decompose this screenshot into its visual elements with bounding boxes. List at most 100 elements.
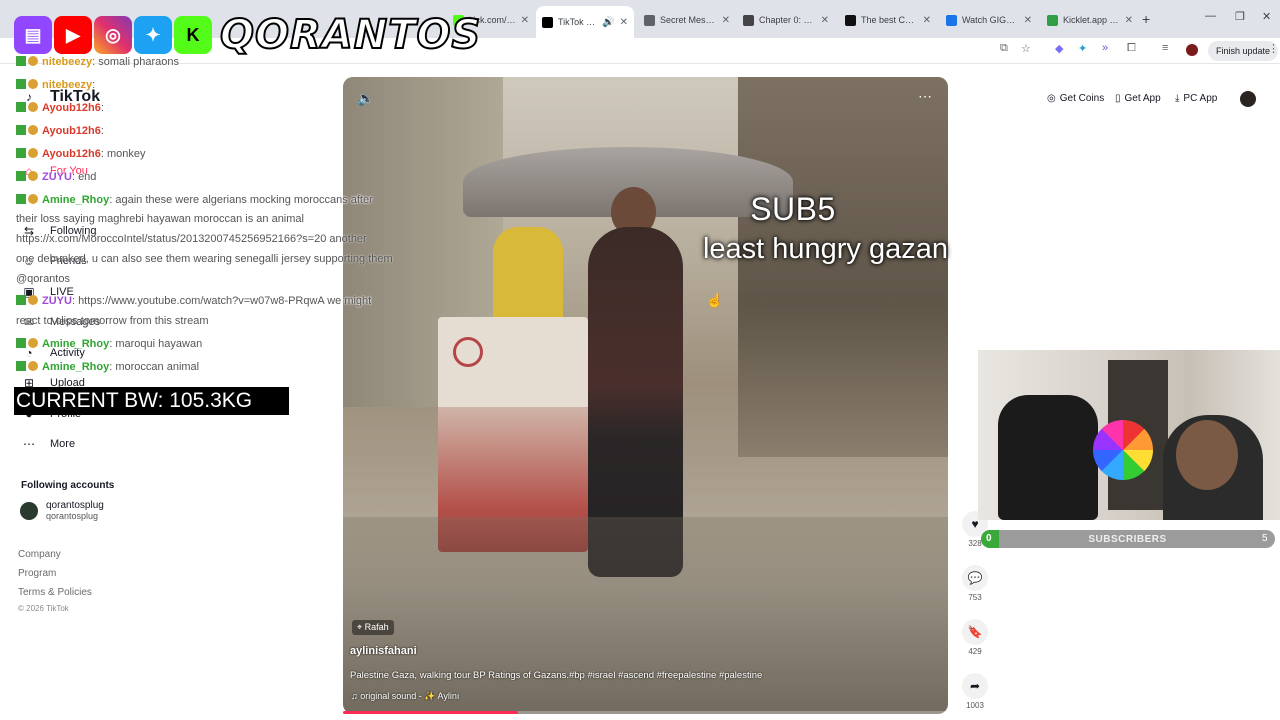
account-name: qorantosplug: [46, 500, 104, 511]
video-author[interactable]: aylinisfahani: [350, 645, 417, 657]
chat-message: Ayoub12h6:: [16, 102, 104, 114]
browser-tab[interactable]: The best Chatt ✕: [839, 6, 937, 34]
chat-message: nitebeezy:: [16, 79, 95, 91]
bookmark-star-icon[interactable]: ☆: [1021, 42, 1031, 55]
share-button[interactable]: ➦ 1003: [962, 673, 988, 710]
coin-icon: ◎: [1047, 93, 1056, 104]
get-app-button[interactable]: ▯ Get App: [1115, 93, 1161, 104]
followed-account[interactable]: qorantosplug qorantosplug: [20, 500, 104, 521]
tab-favicon: [946, 14, 957, 26]
chat-message-continuation: @qorantos: [16, 273, 70, 285]
browser-tab[interactable]: Chapter 0: Pro ✕: [737, 6, 835, 34]
speaker-icon[interactable]: 🔊: [602, 17, 614, 28]
tab-title: Kicklet.app - K: [1063, 15, 1120, 25]
comment-count: 753: [968, 593, 982, 602]
pc-app-label: PC App: [1183, 93, 1218, 104]
tab-title: Secret Messag: [660, 15, 717, 25]
bodyweight-overlay: CURRENT BW: 105.3KG: [14, 387, 289, 415]
following-accounts-title: Following accounts: [21, 480, 115, 491]
music-note-icon: ♫: [351, 691, 361, 701]
subscriber-label: SUBSCRIBERS: [1088, 534, 1167, 545]
mouse-cursor-icon: ☝: [706, 292, 724, 308]
sub-badge-icon: [28, 338, 38, 348]
chat-message: Ayoub12h6: monkey: [16, 148, 146, 160]
browser-tab-active[interactable]: TikTok - Ma 🔊 ✕: [536, 6, 634, 38]
sub-badge-icon: [28, 295, 38, 305]
video-progress-bar[interactable]: [343, 711, 948, 714]
avatar[interactable]: [1240, 91, 1256, 107]
save-button[interactable]: 🔖 429: [962, 619, 988, 656]
cast-icon[interactable]: ⧉: [1000, 42, 1008, 55]
chat-message-continuation: https://x.com/MoroccoIntel/status/201320…: [16, 233, 367, 245]
tab-favicon: [845, 14, 856, 26]
pin-icon: ⌖: [357, 622, 363, 632]
browser-tab[interactable]: Watch GIGA C ✕: [940, 6, 1038, 34]
video-overlay-subtitle: least hungry gazan: [702, 233, 948, 265]
twitch-icon: ▤: [14, 16, 52, 54]
kebab-menu-icon[interactable]: ⋮: [1268, 42, 1279, 55]
chat-message: ZUYU: end: [16, 171, 96, 183]
kick-badge-icon: [16, 125, 26, 135]
video-scene-ground: [343, 517, 948, 714]
get-coins-label: Get Coins: [1059, 93, 1105, 104]
sub-badge-icon: [28, 125, 38, 135]
subscriber-goal: 5: [1262, 533, 1268, 544]
window-close-icon[interactable]: ✕: [1262, 10, 1271, 23]
close-icon[interactable]: ✕: [722, 15, 730, 26]
sub-badge-icon: [28, 194, 38, 204]
video-player[interactable]: [343, 77, 948, 714]
close-icon[interactable]: ✕: [620, 17, 628, 28]
kick-badge-icon: [16, 79, 26, 89]
restore-icon[interactable]: ❐: [1235, 10, 1245, 23]
more-options-icon[interactable]: ⋯: [918, 88, 932, 105]
comment-icon: 💬: [962, 565, 988, 591]
video-progress-fill: [343, 711, 519, 714]
kick-badge-icon: [16, 361, 26, 371]
save-count: 429: [968, 647, 982, 656]
chat-message: Amine_Rhoy: moroccan animal: [16, 361, 199, 373]
close-icon[interactable]: ✕: [923, 15, 931, 26]
extension-icon[interactable]: ◆: [1055, 42, 1063, 55]
close-icon[interactable]: ✕: [521, 15, 529, 26]
chat-message: Amine_Rhoy: again these were algerians m…: [16, 194, 373, 206]
chat-message: Amine_Rhoy: maroqui hayawan: [16, 338, 202, 350]
browser-tab[interactable]: Secret Messag ✕: [638, 6, 736, 34]
minimize-icon[interactable]: —: [1205, 10, 1216, 22]
close-icon[interactable]: ✕: [1024, 15, 1032, 26]
pc-app-button[interactable]: ⤓ PC App: [1175, 93, 1217, 104]
volume-icon[interactable]: 🔈: [357, 90, 374, 107]
copyright: © 2026 TikTok: [18, 604, 69, 613]
sub-badge-icon: [28, 171, 38, 181]
extension-icon[interactable]: »: [1102, 42, 1108, 54]
sound-label: original sound - ✨ Aylinı: [360, 691, 460, 701]
close-icon[interactable]: ✕: [821, 15, 829, 26]
webcam-scene-wheel: [1093, 420, 1153, 480]
profile-avatar-icon[interactable]: [1186, 44, 1198, 56]
footer-link-company[interactable]: Company: [18, 549, 61, 560]
browser-tab[interactable]: Kicklet.app - K ✕: [1041, 6, 1139, 34]
sidebar-item-more[interactable]: ⋯ More: [22, 437, 75, 451]
kick-badge-icon: [16, 194, 26, 204]
streamer-name: QORANTOS: [219, 11, 482, 59]
kick-badge-icon: [16, 102, 26, 112]
get-coins-button[interactable]: ◎ Get Coins: [1047, 93, 1104, 104]
footer-link-program[interactable]: Program: [18, 568, 56, 579]
extension-icon[interactable]: ✦: [1078, 42, 1087, 55]
close-icon[interactable]: ✕: [1125, 15, 1133, 26]
tab-favicon: [1047, 14, 1058, 26]
new-tab-icon[interactable]: +: [1142, 11, 1150, 27]
media-icon[interactable]: ≡: [1162, 42, 1168, 54]
sub-badge-icon: [28, 361, 38, 371]
comment-button[interactable]: 💬 753: [962, 565, 988, 602]
webcam-scene-face: [1176, 420, 1238, 490]
tab-title: Chapter 0: Pro: [759, 15, 816, 25]
footer-link-terms[interactable]: Terms & Policies: [18, 587, 92, 598]
puzzle-icon[interactable]: ⧠: [1127, 42, 1136, 55]
tab-title: The best Chatt: [861, 15, 918, 25]
video-caption: Palestine Gaza, walking tour BP Ratings …: [350, 670, 763, 681]
tab-title: TikTok - Ma: [558, 17, 597, 27]
chat-message: Ayoub12h6:: [16, 125, 104, 137]
tab-favicon: [644, 14, 655, 26]
video-sound[interactable]: ♫ original sound - ✨ Aylinı: [351, 691, 459, 702]
location-chip[interactable]: ⌖ Rafah: [352, 620, 394, 635]
